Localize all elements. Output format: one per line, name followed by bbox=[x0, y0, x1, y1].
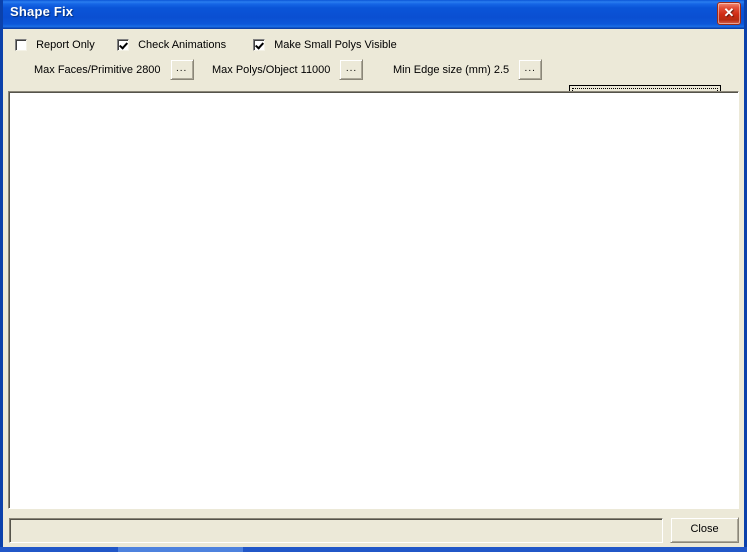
parameter-label-max-faces-per-primitive: Max Faces/Primitive 2800 bbox=[34, 64, 161, 76]
parameter-label-min-edge-size: Min Edge size (mm) 2.5 bbox=[393, 64, 510, 76]
status-bar-text bbox=[10, 519, 662, 527]
close-icon: ✕ bbox=[723, 5, 735, 20]
browse-button-min-edge-size[interactable]: ... bbox=[518, 59, 543, 80]
checkbox-check-animations[interactable]: Check Animations bbox=[117, 39, 226, 55]
checkbox-label-make-small-polys-visible: Make Small Polys Visible bbox=[274, 39, 397, 51]
parameter-max-faces-per-primitive: Max Faces/Primitive 2800 ... bbox=[34, 59, 194, 81]
desktop-background: Shape Fix ✕ Report Only Check Animations… bbox=[0, 0, 747, 552]
parameter-min-edge-size: Min Edge size (mm) 2.5 ... bbox=[393, 59, 543, 81]
checkbox-box-make-small-polys-visible[interactable] bbox=[253, 39, 265, 51]
parameter-label-max-polys-per-object: Max Polys/Object 11000 bbox=[212, 64, 331, 76]
checkbox-label-report-only: Report Only bbox=[36, 39, 95, 51]
report-list-content bbox=[9, 92, 738, 96]
browse-button-max-faces-per-primitive[interactable]: ... bbox=[169, 59, 194, 80]
window-titlebar[interactable]: Shape Fix ✕ bbox=[3, 0, 744, 29]
checkbox-label-check-animations: Check Animations bbox=[138, 39, 227, 51]
taskbar bbox=[0, 547, 747, 552]
taskbar-active-item bbox=[118, 547, 243, 552]
window-client-area: Report Only Check Animations Make Small … bbox=[3, 29, 744, 547]
report-list-panel[interactable] bbox=[8, 91, 739, 509]
checkbox-box-check-animations[interactable] bbox=[117, 39, 129, 51]
checkbox-box-report-only[interactable] bbox=[15, 39, 27, 51]
browse-button-max-polys-per-object[interactable]: ... bbox=[339, 59, 364, 80]
checkbox-make-small-polys-visible[interactable]: Make Small Polys Visible bbox=[253, 39, 397, 55]
shape-fix-window: Shape Fix ✕ Report Only Check Animations… bbox=[0, 0, 747, 547]
checkbox-report-only[interactable]: Report Only bbox=[15, 39, 95, 55]
close-button[interactable]: Close bbox=[670, 517, 739, 543]
window-close-button[interactable]: ✕ bbox=[717, 2, 741, 25]
status-bar bbox=[9, 518, 663, 543]
parameter-max-polys-per-object: Max Polys/Object 11000 ... bbox=[212, 59, 364, 81]
window-title: Shape Fix bbox=[10, 4, 74, 19]
